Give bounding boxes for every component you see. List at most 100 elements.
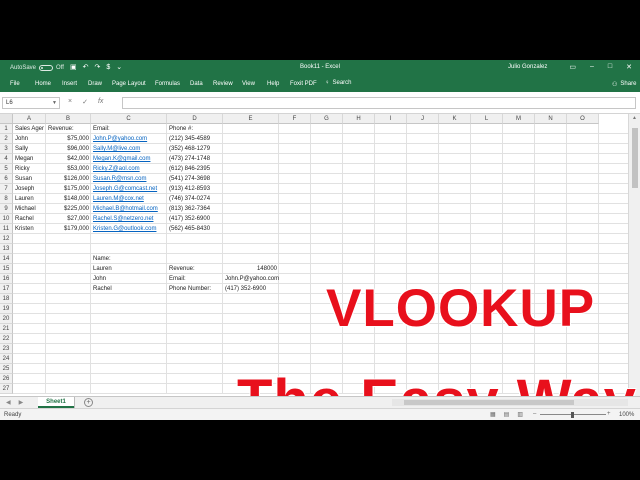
add-sheet-button[interactable]: + — [84, 398, 93, 407]
sheet-tab-sheet1[interactable]: Sheet1 — [38, 397, 74, 408]
tab-home[interactable]: Home — [35, 81, 51, 87]
column-header[interactable]: F — [279, 114, 311, 124]
lookup-cell-c17[interactable]: Rachel — [93, 284, 165, 294]
column-header[interactable]: G — [311, 114, 343, 124]
ribbon-display-icon[interactable]: ▭ — [569, 63, 576, 71]
agent-revenue-cell[interactable]: $148,000 — [48, 194, 89, 204]
row-header[interactable]: 5 — [0, 164, 13, 174]
agent-name-cell[interactable]: Megan — [15, 154, 44, 164]
row-header[interactable]: 16 — [0, 274, 13, 284]
tab-foxit-pdf[interactable]: Foxit PDF — [290, 81, 317, 87]
agent-email-link[interactable]: Megan.K@gmail.com — [93, 154, 165, 164]
column-header[interactable]: O — [567, 114, 599, 124]
agent-phone-cell[interactable]: (473) 274-1748 — [169, 154, 221, 164]
lookup-cell-c15[interactable]: Lauren — [93, 264, 165, 274]
agent-revenue-cell[interactable]: $53,000 — [48, 164, 89, 174]
zoom-in-icon[interactable]: + — [607, 411, 611, 417]
agent-revenue-cell[interactable]: $27,000 — [48, 214, 89, 224]
agent-revenue-cell[interactable]: $42,000 — [48, 154, 89, 164]
agent-revenue-cell[interactable]: $96,000 — [48, 144, 89, 154]
lookup-cell-e17[interactable]: (417) 352-6900 — [225, 284, 301, 294]
row-header[interactable]: 2 — [0, 134, 13, 144]
share-button[interactable]: ⚇ Share — [612, 81, 636, 88]
agent-email-link[interactable]: Joseph.G@comcast.net — [93, 184, 165, 194]
vertical-scrollbar[interactable]: ▲ ▼ — [628, 114, 640, 404]
agent-phone-cell[interactable]: (612) 846-2395 — [169, 164, 221, 174]
column-header[interactable]: H — [343, 114, 375, 124]
enter-icon[interactable]: ✓ — [82, 98, 88, 106]
agent-email-link[interactable]: John.P@yahoo.com — [93, 134, 165, 144]
row-header[interactable]: 26 — [0, 374, 13, 384]
agent-revenue-cell[interactable]: $75,000 — [48, 134, 89, 144]
header-phone[interactable]: Phone #: — [169, 124, 221, 134]
agent-revenue-cell[interactable]: $126,000 — [48, 174, 89, 184]
agent-phone-cell[interactable]: (813) 362-7364 — [169, 204, 221, 214]
row-header[interactable]: 27 — [0, 384, 13, 394]
agent-phone-cell[interactable]: (352) 468-1279 — [169, 144, 221, 154]
user-name[interactable]: Julio Gonzalez — [508, 64, 547, 70]
agent-email-link[interactable]: Ricky.Z@aol.com — [93, 164, 165, 174]
agent-phone-cell[interactable]: (212) 345-4589 — [169, 134, 221, 144]
tab-help[interactable]: Help — [267, 81, 279, 87]
agent-email-link[interactable]: Sally.M@live.com — [93, 144, 165, 154]
column-header[interactable]: K — [439, 114, 471, 124]
row-header[interactable]: 20 — [0, 314, 13, 324]
select-all-corner[interactable] — [0, 114, 13, 124]
agent-revenue-cell[interactable]: $175,000 — [48, 184, 89, 194]
lookup-cell-e16[interactable]: John.P@yahoo.com — [225, 274, 301, 284]
row-header[interactable]: 13 — [0, 244, 13, 254]
agent-phone-cell[interactable]: (746) 374-0274 — [169, 194, 221, 204]
agent-revenue-cell[interactable]: $225,000 — [48, 204, 89, 214]
lookup-cell-d15[interactable]: Revenue: — [169, 264, 221, 274]
lookup-cell-d16[interactable]: Email: — [169, 274, 221, 284]
agent-email-link[interactable]: Lauren.M@cox.net — [93, 194, 165, 204]
prev-sheet-icon[interactable]: ◀ — [6, 399, 11, 406]
close-icon[interactable]: ✕ — [626, 63, 632, 71]
tab-insert[interactable]: Insert — [62, 81, 77, 87]
horizontal-scrollbar[interactable] — [392, 399, 628, 406]
agent-name-cell[interactable]: Rachel — [15, 214, 44, 224]
lookup-cell-c14[interactable]: Name: — [93, 254, 165, 264]
agent-revenue-cell[interactable]: $179,000 — [48, 224, 89, 234]
zoom-out-icon[interactable]: – — [533, 411, 536, 417]
column-header[interactable]: J — [407, 114, 439, 124]
agent-name-cell[interactable]: Sally — [15, 144, 44, 154]
column-header[interactable]: A — [13, 114, 46, 124]
lookup-cell-e15[interactable]: 148000 — [225, 264, 277, 274]
maximize-icon[interactable]: □ — [608, 63, 612, 71]
row-header[interactable]: 9 — [0, 204, 13, 214]
row-header[interactable]: 15 — [0, 264, 13, 274]
formula-input[interactable] — [122, 97, 636, 109]
agent-phone-cell[interactable]: (541) 274-3698 — [169, 174, 221, 184]
tab-file[interactable]: File — [10, 81, 20, 87]
agent-name-cell[interactable]: Michael — [15, 204, 44, 214]
column-header[interactable]: C — [91, 114, 167, 124]
row-header[interactable]: 14 — [0, 254, 13, 264]
agent-phone-cell[interactable]: (562) 465-8430 — [169, 224, 221, 234]
agent-phone-cell[interactable]: (913) 412-8593 — [169, 184, 221, 194]
row-header[interactable]: 4 — [0, 154, 13, 164]
header-email[interactable]: Email: — [93, 124, 165, 134]
column-header[interactable]: M — [503, 114, 535, 124]
row-header[interactable]: 3 — [0, 144, 13, 154]
agent-name-cell[interactable]: Joseph — [15, 184, 44, 194]
row-header[interactable]: 25 — [0, 364, 13, 374]
agent-email-link[interactable]: Susan.R@msn.com — [93, 174, 165, 184]
zoom-slider-knob[interactable] — [571, 412, 574, 418]
tab-review[interactable]: Review — [213, 81, 233, 87]
agent-email-link[interactable]: Michael.B@hotmail.com — [93, 204, 165, 214]
agent-phone-cell[interactable]: (417) 352-6900 — [169, 214, 221, 224]
agent-name-cell[interactable]: Lauren — [15, 194, 44, 204]
row-header[interactable]: 8 — [0, 194, 13, 204]
agent-name-cell[interactable]: Ricky — [15, 164, 44, 174]
row-header[interactable]: 21 — [0, 324, 13, 334]
row-header[interactable]: 22 — [0, 334, 13, 344]
minimize-icon[interactable]: – — [590, 63, 594, 71]
column-header[interactable]: N — [535, 114, 567, 124]
row-header[interactable]: 24 — [0, 354, 13, 364]
tab-page-layout[interactable]: Page Layout — [112, 81, 146, 87]
tab-view[interactable]: View — [242, 81, 255, 87]
header-sales-agents[interactable]: Sales Agents — [15, 124, 44, 134]
column-header[interactable]: D — [167, 114, 223, 124]
agent-name-cell[interactable]: Kristen — [15, 224, 44, 234]
